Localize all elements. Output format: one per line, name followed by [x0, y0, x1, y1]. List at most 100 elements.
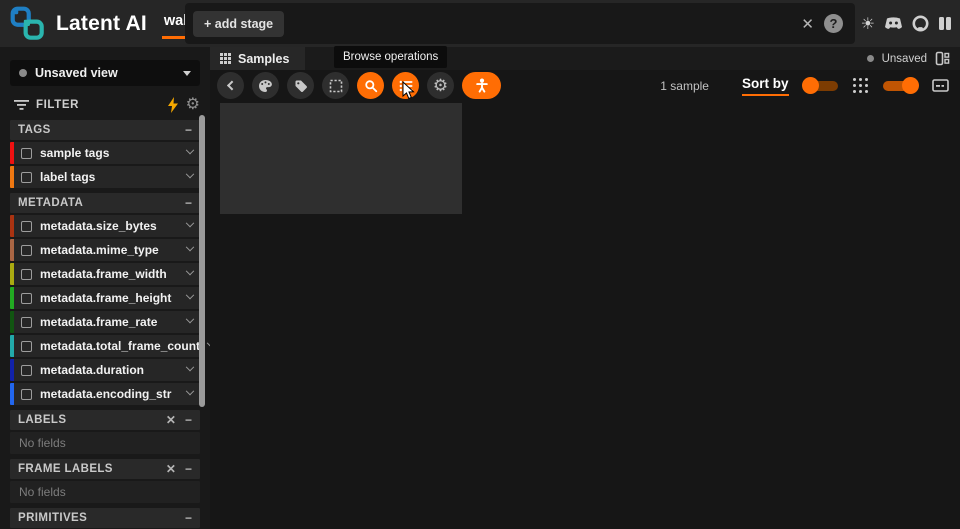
view-stage-bar[interactable]: + add stage ✕ ?: [185, 3, 855, 44]
grid-size-icon[interactable]: [852, 77, 868, 94]
filter-funnel-icon: [14, 100, 29, 110]
field-row-frame-height[interactable]: metadata.frame_height: [10, 287, 200, 309]
chevron-down-icon[interactable]: [185, 145, 195, 155]
chevron-down-icon[interactable]: [185, 266, 195, 276]
filter-sidebar: Unsaved view FILTER ⚙ TAGS − sample tags…: [0, 47, 216, 529]
collapse-icon[interactable]: −: [185, 124, 192, 136]
caption-display-icon[interactable]: [932, 79, 949, 92]
field-row-total-frame-count[interactable]: metadata.total_frame_count: [10, 335, 216, 357]
chevron-left-icon: [226, 80, 237, 91]
field-checkbox[interactable]: [21, 268, 32, 280]
latent-ai-logo-icon: [10, 6, 44, 40]
section-header-tags[interactable]: TAGS −: [10, 120, 200, 140]
selection-box-icon: [329, 79, 342, 92]
collapse-icon[interactable]: −: [185, 463, 192, 475]
discord-icon[interactable]: [884, 16, 903, 31]
field-checkbox[interactable]: [21, 147, 32, 159]
docs-book-icon[interactable]: [938, 16, 952, 31]
palette-icon: [259, 79, 272, 92]
github-icon[interactable]: [912, 15, 929, 32]
field-label: sample tags: [40, 146, 110, 160]
clear-section-icon[interactable]: ✕: [166, 463, 176, 475]
app-header: Latent AI walking + add stage ✕ ? ☀: [0, 0, 960, 47]
view-help-icon[interactable]: ?: [824, 14, 843, 33]
section-title: FRAME LABELS: [18, 463, 113, 475]
split-panel-icon[interactable]: [935, 51, 950, 66]
field-checkbox[interactable]: [21, 364, 32, 376]
toggle-switch-on[interactable]: [883, 76, 919, 94]
field-checkbox[interactable]: [21, 340, 32, 352]
filter-header: FILTER ⚙: [14, 95, 200, 115]
field-row-frame-width[interactable]: metadata.frame_width: [10, 263, 200, 285]
section-header-metadata[interactable]: METADATA −: [10, 193, 200, 213]
field-checkbox[interactable]: [21, 316, 32, 328]
field-label: metadata.mime_type: [40, 243, 159, 257]
gear-icon: ⚙: [432, 76, 449, 95]
collapse-icon[interactable]: −: [185, 197, 192, 209]
field-row-duration[interactable]: metadata.duration: [10, 359, 200, 381]
toggle-knob: [801, 76, 819, 94]
tab-label: Samples: [238, 51, 290, 66]
section-header-labels[interactable]: LABELS ✕ −: [10, 410, 200, 430]
chevron-down-icon[interactable]: [185, 169, 195, 179]
chevron-down-icon[interactable]: [185, 314, 195, 324]
unsaved-status-label: Unsaved: [881, 52, 927, 65]
chevron-down-icon[interactable]: [185, 386, 195, 396]
field-row-encoding-str[interactable]: metadata.encoding_str: [10, 383, 200, 405]
back-button[interactable]: [217, 72, 244, 99]
collapse-icon[interactable]: −: [185, 512, 192, 524]
annotate-person-button[interactable]: [462, 72, 501, 99]
field-checkbox[interactable]: [21, 292, 32, 304]
chevron-down-icon[interactable]: [185, 242, 195, 252]
field-checkbox[interactable]: [21, 388, 32, 400]
chevron-down-icon[interactable]: [185, 362, 195, 372]
tag-icon: [295, 80, 307, 92]
saved-view-selector[interactable]: Unsaved view: [10, 60, 200, 86]
search-icon: [364, 79, 377, 92]
sidebar-scrollbar[interactable]: [199, 115, 205, 407]
empty-fields-text: No fields: [19, 436, 66, 450]
field-label: metadata.frame_height: [40, 291, 172, 305]
section-title: LABELS: [18, 414, 67, 426]
sample-tile[interactable]: [220, 103, 462, 214]
field-label: metadata.frame_rate: [40, 315, 158, 329]
field-row-size-bytes[interactable]: metadata.size_bytes: [10, 215, 200, 237]
search-operations-button[interactable]: [357, 72, 384, 99]
field-row-label-tags[interactable]: label tags: [10, 166, 200, 188]
field-row-mime-type[interactable]: metadata.mime_type: [10, 239, 200, 261]
theme-toggle-sun-icon[interactable]: ☀: [861, 14, 875, 34]
sidebar-settings-gear-icon[interactable]: ⚙: [186, 97, 200, 113]
empty-fields-row: No fields: [10, 432, 200, 454]
field-checkbox[interactable]: [21, 220, 32, 232]
clear-section-icon[interactable]: ✕: [166, 414, 176, 426]
section-header-frame-labels[interactable]: FRAME LABELS ✕ −: [10, 459, 200, 479]
browse-operations-button[interactable]: [392, 72, 419, 99]
list-icon: [399, 80, 412, 91]
add-stage-button[interactable]: + add stage: [193, 10, 285, 37]
field-checkbox[interactable]: [21, 244, 32, 256]
tag-samples-button[interactable]: [287, 72, 314, 99]
collapse-icon[interactable]: −: [185, 414, 192, 426]
field-label: metadata.size_bytes: [40, 219, 157, 233]
chevron-down-icon[interactable]: [185, 218, 195, 228]
toggle-switch-off[interactable]: [801, 76, 838, 94]
chevron-down-icon[interactable]: [185, 290, 195, 300]
tab-samples[interactable]: Samples: [210, 47, 306, 70]
sort-by-button[interactable]: Sort by: [741, 76, 789, 96]
clear-view-icon[interactable]: ✕: [801, 15, 814, 33]
select-samples-button[interactable]: [322, 72, 349, 99]
empty-fields-text: No fields: [19, 485, 66, 499]
section-header-primitives[interactable]: PRIMITIVES −: [10, 508, 200, 528]
samples-grid-icon: [220, 53, 231, 64]
view-selector-value: Unsaved view: [35, 66, 118, 80]
lightning-bolt-icon[interactable]: [167, 97, 179, 113]
grid-settings-button[interactable]: ⚙: [427, 72, 454, 99]
color-palette-button[interactable]: [252, 72, 279, 99]
chevron-down-icon: [183, 70, 191, 76]
field-row-sample-tags[interactable]: sample tags: [10, 142, 200, 164]
field-label: metadata.duration: [40, 363, 145, 377]
field-row-frame-rate[interactable]: metadata.frame_rate: [10, 311, 200, 333]
grid-toolbar: ⚙ 1 sample Sort by: [210, 70, 960, 101]
main-panel: Samples + Unsaved ⚙ 1 sample: [210, 47, 960, 529]
field-checkbox[interactable]: [21, 171, 32, 183]
